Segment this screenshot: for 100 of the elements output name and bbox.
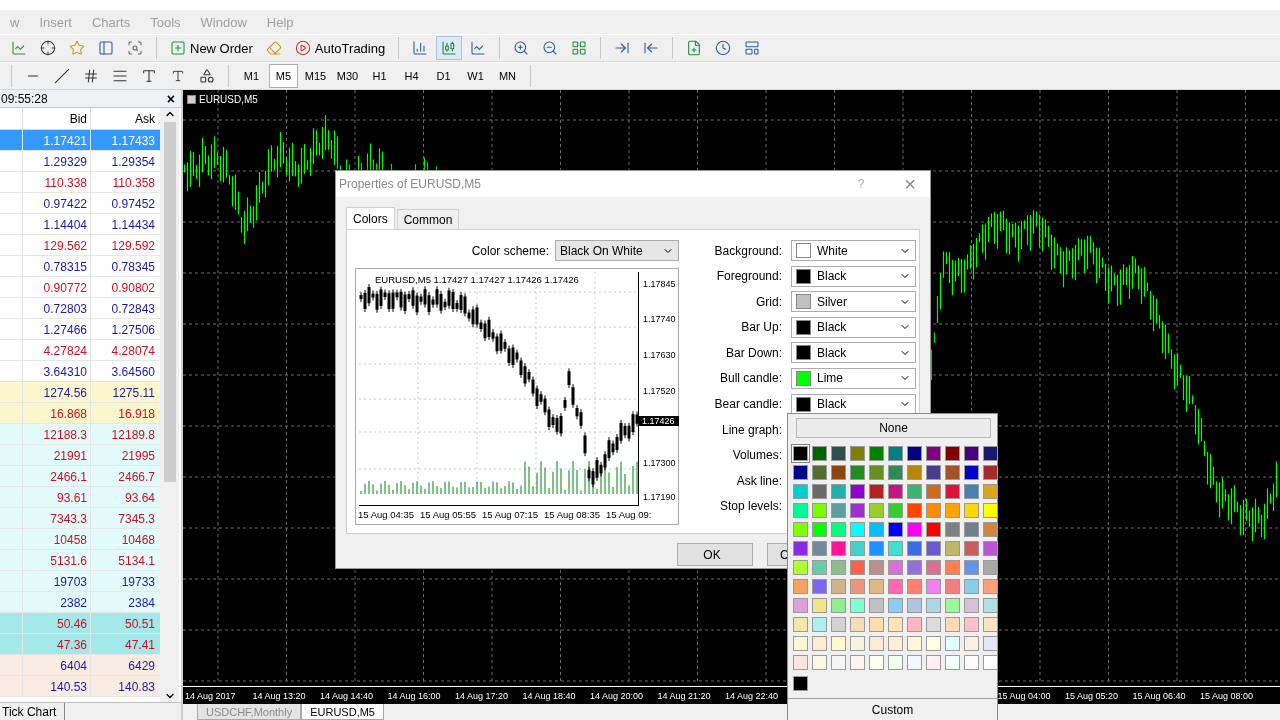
chart-tab[interactable]: EURUSD,M5	[301, 704, 384, 720]
dialog-tab[interactable]: Common	[396, 209, 460, 229]
color-swatch[interactable]	[831, 465, 846, 480]
color-swatch[interactable]	[850, 484, 865, 499]
color-swatch[interactable]	[907, 655, 922, 670]
close-button[interactable]: ×	[164, 90, 177, 107]
color-swatch[interactable]	[812, 541, 827, 556]
color-swatch[interactable]	[850, 446, 865, 461]
color-swatch[interactable]	[964, 579, 979, 594]
color-swatch[interactable]	[888, 522, 903, 537]
color-swatch[interactable]	[964, 636, 979, 651]
color-swatch[interactable]	[869, 560, 884, 575]
color-swatch[interactable]	[888, 617, 903, 632]
color-swatch[interactable]	[907, 484, 922, 499]
color-swatch[interactable]	[850, 655, 865, 670]
quote-row[interactable]: 0.78315 0.78345	[0, 256, 160, 277]
color-swatch[interactable]	[945, 636, 960, 651]
color-swatch[interactable]	[831, 598, 846, 613]
color-swatch[interactable]	[869, 503, 884, 518]
color-swatch[interactable]	[945, 598, 960, 613]
color-swatch[interactable]	[983, 617, 998, 632]
color-swatch[interactable]	[983, 522, 998, 537]
color-swatch[interactable]	[964, 617, 979, 632]
color-swatch[interactable]	[850, 617, 865, 632]
timeframe-button[interactable]: M1	[237, 64, 266, 88]
color-swatch[interactable]	[831, 541, 846, 556]
color-swatch[interactable]	[812, 465, 827, 480]
color-swatch[interactable]	[888, 446, 903, 461]
color-swatch[interactable]	[869, 446, 884, 461]
color-swatch[interactable]	[964, 484, 979, 499]
quote-row[interactable]: 50.46 50.51	[0, 613, 160, 634]
color-swatch[interactable]	[945, 655, 960, 670]
color-swatch[interactable]	[831, 655, 846, 670]
color-swatch[interactable]	[812, 655, 827, 670]
color-swatch[interactable]	[869, 598, 884, 613]
color-swatch[interactable]	[945, 579, 960, 594]
color-swatch[interactable]	[907, 636, 922, 651]
scrollbar-thumb[interactable]	[163, 122, 176, 482]
candlestick-icon[interactable]	[436, 36, 463, 60]
color-swatch[interactable]	[850, 598, 865, 613]
color-swatch[interactable]	[926, 636, 941, 651]
color-dropdown[interactable]: Black	[791, 393, 916, 415]
color-swatch[interactable]	[831, 579, 846, 594]
quote-row[interactable]: 12188.3 12189.8	[0, 424, 160, 445]
color-swatch[interactable]	[888, 503, 903, 518]
color-swatch[interactable]	[888, 579, 903, 594]
color-swatch[interactable]	[926, 503, 941, 518]
color-swatch[interactable]	[793, 579, 808, 594]
color-swatch[interactable]	[926, 655, 941, 670]
color-swatch[interactable]	[888, 541, 903, 556]
column-header[interactable]: Bid	[22, 108, 90, 129]
color-swatch[interactable]	[831, 446, 846, 461]
color-swatch[interactable]	[964, 503, 979, 518]
color-swatch[interactable]	[983, 446, 998, 461]
color-swatch[interactable]	[888, 484, 903, 499]
color-swatch[interactable]	[926, 579, 941, 594]
color-swatch[interactable]	[812, 636, 827, 651]
quote-row[interactable]: 1274.56 1275.11	[0, 382, 160, 403]
color-swatch[interactable]	[964, 560, 979, 575]
color-swatch[interactable]	[945, 560, 960, 575]
quote-row[interactable]: 2466.1 2466.7	[0, 466, 160, 487]
color-dropdown[interactable]: Lime	[791, 367, 916, 389]
quote-row[interactable]: 129.562 129.592	[0, 235, 160, 256]
color-swatch[interactable]	[888, 655, 903, 670]
color-swatch[interactable]	[831, 522, 846, 537]
color-swatch[interactable]	[793, 522, 808, 537]
color-swatch[interactable]	[945, 484, 960, 499]
color-swatch[interactable]	[831, 503, 846, 518]
color-swatch[interactable]	[812, 560, 827, 575]
timeframe-button[interactable]: D1	[429, 64, 458, 88]
color-swatch[interactable]	[907, 579, 922, 594]
timeframe-button[interactable]: M30	[333, 64, 362, 88]
quote-row[interactable]: 5131.6 5134.1	[0, 550, 160, 571]
quote-row[interactable]: 16.868 16.918	[0, 403, 160, 424]
color-swatch[interactable]	[907, 522, 922, 537]
timeframe-button[interactable]: H4	[397, 64, 426, 88]
color-scheme-dropdown[interactable]: Black On White	[555, 240, 679, 261]
color-swatch[interactable]	[888, 560, 903, 575]
quote-row[interactable]: 10458 10468	[0, 529, 160, 550]
color-swatch[interactable]	[831, 636, 846, 651]
color-swatch[interactable]	[793, 541, 808, 556]
color-swatch[interactable]	[888, 598, 903, 613]
color-swatch[interactable]	[907, 617, 922, 632]
color-swatch[interactable]	[983, 503, 998, 518]
quote-row[interactable]: 110.338 110.358	[0, 172, 160, 193]
color-swatch[interactable]	[926, 465, 941, 480]
color-swatch[interactable]	[926, 560, 941, 575]
ok-button[interactable]: OK	[677, 543, 753, 566]
color-dropdown[interactable]: White	[791, 240, 916, 261]
color-swatch[interactable]	[850, 465, 865, 480]
timeframe-button[interactable]: M15	[301, 64, 330, 88]
color-swatch[interactable]	[926, 484, 941, 499]
color-swatch[interactable]	[869, 465, 884, 480]
color-swatch[interactable]	[869, 484, 884, 499]
color-swatch[interactable]	[964, 446, 979, 461]
color-swatch[interactable]	[945, 541, 960, 556]
color-swatch[interactable]	[850, 503, 865, 518]
color-swatch[interactable]	[869, 617, 884, 632]
color-swatch[interactable]	[812, 579, 827, 594]
color-swatch[interactable]	[983, 484, 998, 499]
